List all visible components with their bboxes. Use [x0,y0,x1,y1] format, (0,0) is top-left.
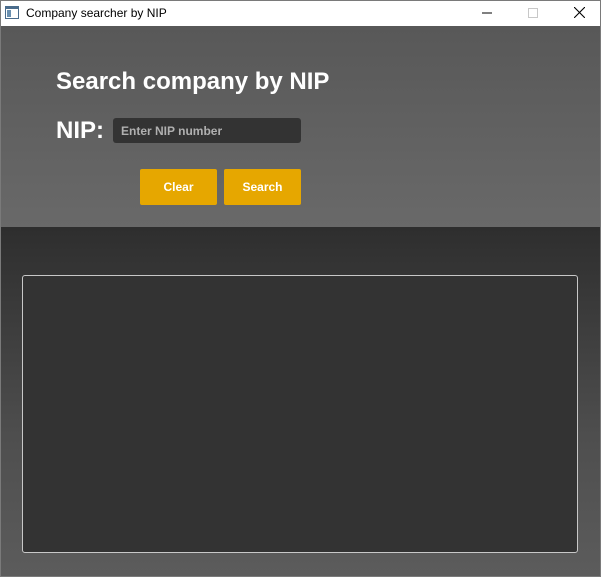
results-text-area[interactable] [22,275,578,553]
search-button[interactable]: Search [224,169,301,205]
title-bar[interactable]: Company searcher by NIP [1,1,600,26]
nip-input[interactable] [113,118,301,143]
nip-label: NIP: [56,117,104,144]
java-app-icon [5,6,19,19]
close-icon [573,5,585,23]
page-title: Search company by NIP [56,68,330,95]
minimize-button[interactable] [464,1,510,26]
clear-button[interactable]: Clear [140,169,217,205]
minimize-icon [482,5,492,23]
window-title: Company searcher by NIP [26,6,167,20]
app-window: Company searcher by NIP Search company b… [0,0,601,577]
results-panel [1,227,600,576]
close-button[interactable] [556,1,600,26]
search-header-panel: Search company by NIP NIP: Clear Search [1,26,600,227]
maximize-button[interactable] [510,1,556,26]
maximize-icon [528,5,538,23]
